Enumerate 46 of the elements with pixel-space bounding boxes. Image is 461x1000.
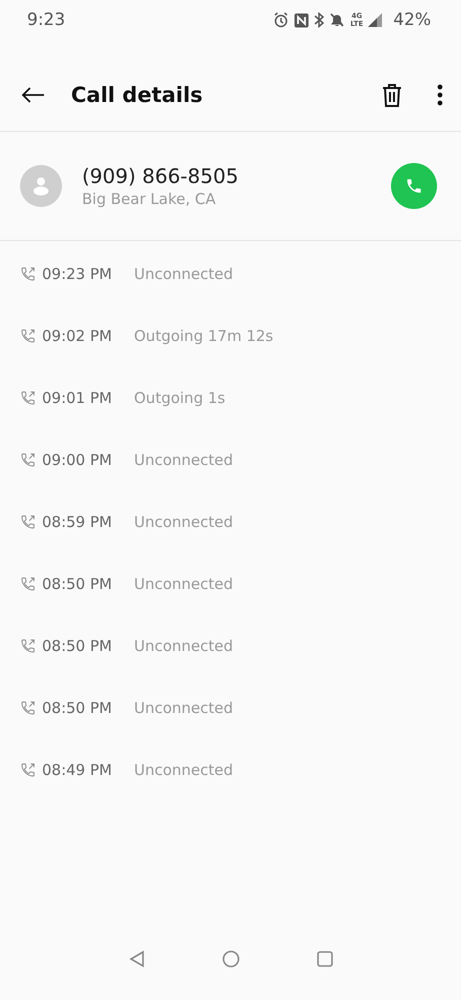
call-detail: Unconnected [134,265,234,283]
home-nav-button[interactable] [222,950,240,968]
signal-icon [368,13,382,27]
phone-icon [405,177,423,195]
call-time: 09:01 PM [42,389,113,407]
call-time: 09:23 PM [42,265,113,283]
avatar-icon [20,165,62,207]
call-time: 09:02 PM [42,327,113,345]
call-detail: Unconnected [134,761,234,779]
status-time: 9:23 [27,10,66,30]
call-detail: Unconnected [134,699,234,717]
outgoing-call-icon [20,266,36,282]
call-time: 09:00 PM [42,451,113,469]
call-time: 08:59 PM [42,513,113,531]
call-detail: Unconnected [134,637,234,655]
phone-number: (909) 866-8505 [82,164,240,188]
call-time: 08:50 PM [42,637,113,655]
call-detail: Unconnected [134,451,234,469]
recents-nav-button[interactable] [316,950,334,968]
alarm-clock-icon [273,12,290,28]
outgoing-call-icon [20,762,36,778]
delete-button[interactable] [381,82,403,106]
back-nav-button[interactable] [128,950,146,968]
call-time: 08:50 PM [42,699,113,717]
location-text: Big Bear Lake, CA [82,190,217,208]
more-options-button[interactable] [437,84,443,106]
call-time: 08:49 PM [42,761,113,779]
screen-title: Call details [71,82,204,106]
outgoing-call-icon [20,328,36,344]
nfc-icon [294,12,310,28]
call-detail: Outgoing 17m 12s [134,327,274,345]
outgoing-call-icon [20,452,36,468]
back-button[interactable] [20,86,46,104]
bluetooth-icon [314,12,324,28]
call-time: 08:50 PM [42,575,113,593]
outgoing-call-icon [20,576,36,592]
outgoing-call-icon [20,638,36,654]
outgoing-call-icon [20,514,36,530]
outgoing-call-icon [20,700,36,716]
call-detail: Unconnected [134,513,234,531]
call-detail: Unconnected [134,575,234,593]
battery-level: 42% [393,10,431,30]
outgoing-call-icon [20,390,36,406]
bell-off-icon [329,12,346,28]
call-detail: Outgoing 1s [134,389,226,407]
call-button[interactable] [391,163,437,209]
